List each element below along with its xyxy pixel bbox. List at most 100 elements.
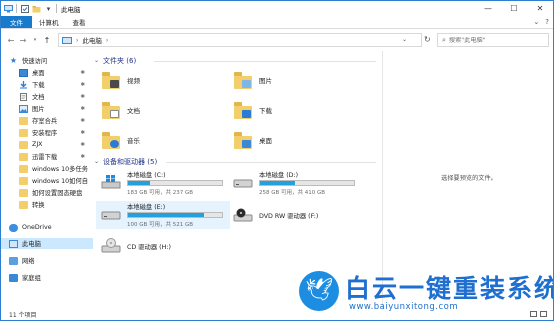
nav-item-folder[interactable]: 转换 [1,199,93,210]
folder-icon [19,152,28,161]
nav-item-label: 图片 [32,106,45,113]
drive-space-text: 100 GB 可用，共 521 GB [127,222,194,228]
title-bar: ▾ 此电脑 — ☐ ✕ [1,1,553,16]
folder-item-documents[interactable]: 文档 [102,99,140,121]
forward-arrow-icon[interactable]: → [17,36,29,45]
picture-folder-icon [234,71,252,89]
drives-group-header[interactable]: ⌄ 设备和驱动器 (5) [94,156,157,167]
folder-label: 音乐 [127,137,140,145]
nav-item-network[interactable]: 网络 [1,255,93,266]
nav-item-this-pc[interactable]: 此电脑 [1,238,93,249]
nav-item-label: 迅雷下载 [32,154,58,161]
nav-item-label: 桌面 [32,70,45,77]
back-arrow-icon[interactable]: ← [5,36,17,45]
up-arrow-icon[interactable]: ↑ [41,36,53,45]
folder-icon [19,200,28,209]
chevron-right-icon[interactable]: › [76,37,78,44]
minimize-button[interactable]: — [475,1,501,16]
chevron-down-icon[interactable]: ⌄ [533,18,539,26]
document-icon [19,92,28,101]
folder-item-music[interactable]: 音乐 [102,129,140,151]
tab-view[interactable]: 查看 [66,16,93,28]
drive-item[interactable]: 本地磁盘 (E:) 100 GB 可用，共 521 GB [96,201,230,229]
help-icon[interactable]: ? [545,18,549,26]
desktop-folder-icon [234,131,252,149]
group-title: 文件夹 (6) [103,56,137,65]
new-folder-icon[interactable] [32,4,41,13]
tab-file[interactable]: 文件 [1,16,32,28]
nav-item-downloads[interactable]: 下载 ✱ [1,79,93,90]
breadcrumb-this-pc[interactable]: 此电脑 [82,35,102,45]
watermark-title: 白云一键重装系统 [345,274,554,303]
folder-icon [19,128,28,137]
chevron-down-icon[interactable]: ▾ [44,4,53,13]
address-box[interactable]: › 此电脑 › ⌄ [58,33,422,47]
pin-icon[interactable]: ✱ [80,94,85,100]
nav-item-folder[interactable]: 安装程序 ✱ [1,127,93,138]
nav-item-desktop[interactable]: 桌面 ✱ [1,67,93,78]
pin-icon[interactable]: ✱ [80,70,85,76]
chevron-right-icon[interactable]: › [106,37,108,44]
quick-access-toolbar: ▾ [1,4,57,13]
item-count: 11 个项目 [9,312,37,319]
dvd-icon [233,208,253,223]
nav-item-onedrive[interactable]: OneDrive [1,222,93,233]
search-input[interactable] [448,36,539,44]
refresh-icon[interactable]: ↻ [424,35,431,44]
nav-item-label: ZJX [32,141,43,148]
computer-app-icon [4,4,13,13]
dvd-drive-item[interactable]: DVD RW 驱动器 (F:) [228,203,362,231]
chevron-down-icon[interactable]: ⌄ [402,36,407,43]
nav-item-label: 快速访问 [22,58,48,65]
nav-item-folder[interactable]: 迅雷下载 ✱ [1,151,93,162]
nav-item-folder[interactable]: 如何设置固态硬盘 [1,187,93,198]
folder-item-pictures[interactable]: 图片 [234,69,272,91]
pin-icon[interactable]: ✱ [80,106,85,112]
computer-icon [62,36,72,44]
watermark-url: www.baiyunxitong.com [349,302,459,312]
cd-drive-item[interactable]: CD 驱动器 (H:) [96,233,230,261]
folder-item-desktop[interactable]: 桌面 [234,129,272,151]
nav-item-homegroup[interactable]: 家庭组 [1,272,93,283]
pin-icon[interactable]: ✱ [80,154,85,160]
nav-item-folder[interactable]: 存室合兵 ✱ [1,115,93,126]
folder-item-videos[interactable]: 视频 [102,69,140,91]
drive-name: CD 驱动器 (H:) [127,244,171,251]
pin-icon[interactable]: ✱ [80,118,85,124]
nav-item-folder[interactable]: windows 10多任务 [1,163,93,174]
drive-item[interactable]: 本地磁盘 (C:) 183 GB 可用，共 237 GB [96,169,230,197]
picture-icon [19,104,28,113]
nav-item-pictures[interactable]: 图片 ✱ [1,103,93,114]
download-folder-icon [234,101,252,119]
recent-locations-icon[interactable]: ▾ [29,37,41,43]
chevron-down-icon[interactable]: ⌄ [94,158,99,165]
search-box[interactable]: ⌕ [437,33,549,47]
properties-icon[interactable] [20,4,29,13]
tab-computer[interactable]: 计算机 [32,16,66,28]
folder-icon [19,116,28,125]
search-icon: ⌕ [442,35,446,44]
drive-usage-fill [260,181,295,185]
pin-icon[interactable]: ✱ [80,130,85,136]
nav-item-folder[interactable]: windows 10如何自 [1,175,93,186]
drive-name: DVD RW 驱动器 (F:) [259,213,319,220]
music-folder-icon [102,131,120,149]
nav-item-documents[interactable]: 文档 ✱ [1,91,93,102]
window-controls: — ☐ ✕ [475,1,553,16]
chevron-down-icon[interactable]: ⌄ [94,57,99,64]
folder-item-downloads[interactable]: 下载 [234,99,272,121]
pin-icon[interactable]: ✱ [80,142,85,148]
file-explorer-window: ▾ 此电脑 — ☐ ✕ 文件 计算机 查看 ⌄ ? ← → ▾ ↑ › 此电脑 … [0,0,554,321]
pin-icon[interactable]: ✱ [80,82,85,88]
nav-item-quick-access[interactable]: ★ 快速访问 [1,55,93,66]
folders-group-header[interactable]: ⌄ 文件夹 (6) [94,55,136,66]
drive-item[interactable]: 本地磁盘 (D:) 258 GB 可用，共 410 GB [228,169,362,197]
nav-item-label: OneDrive [22,224,52,231]
onedrive-icon [9,223,18,232]
nav-item-folder[interactable]: ZJX ✱ [1,139,93,150]
nav-item-label: windows 10如何自 [32,178,89,185]
folder-label: 文档 [127,107,140,115]
maximize-button[interactable]: ☐ [501,1,527,16]
nav-item-label: 网络 [22,258,35,265]
close-button[interactable]: ✕ [527,1,553,16]
